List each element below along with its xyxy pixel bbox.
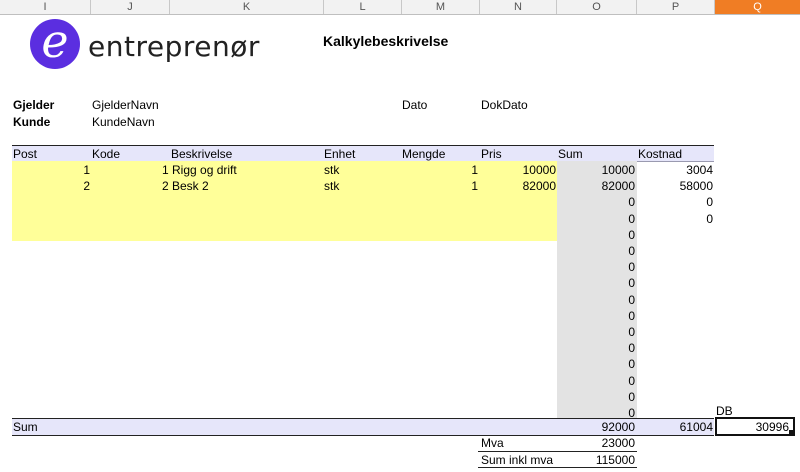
cell-sum[interactable]: 0 — [557, 260, 635, 274]
mva-divider — [478, 451, 637, 452]
cell-sum[interactable]: 82000 — [557, 179, 635, 193]
total-sum[interactable]: 92000 — [557, 420, 635, 434]
column-header-i[interactable]: I — [0, 0, 91, 14]
cell-kostnad[interactable]: 0 — [637, 195, 713, 209]
column-header-q[interactable]: Q — [715, 0, 800, 14]
column-header-p[interactable]: P — [637, 0, 715, 14]
header-enhet[interactable]: Enhet — [324, 147, 355, 161]
cell-sum[interactable]: 0 — [557, 195, 635, 209]
header-post[interactable]: Post — [13, 147, 37, 161]
cell-kostnad[interactable]: 0 — [637, 212, 713, 226]
column-header-k[interactable]: K — [170, 0, 324, 14]
cell-sum[interactable]: 0 — [557, 341, 635, 355]
mva-label[interactable]: Mva — [481, 436, 504, 450]
sum-label[interactable]: Sum — [13, 420, 38, 434]
cell-sum[interactable]: 0 — [557, 244, 635, 258]
cell-sum[interactable]: 0 — [557, 374, 635, 388]
kunde-value[interactable]: KundeNavn — [92, 115, 155, 129]
total-kostnad[interactable]: 61004 — [637, 420, 713, 434]
column-header-bar: I J K L M N O P Q — [0, 0, 800, 15]
fill-handle[interactable] — [789, 430, 794, 435]
column-header-o[interactable]: O — [557, 0, 637, 14]
cell-sum[interactable]: 0 — [557, 357, 635, 371]
cell-kode[interactable]: 1 — [13, 163, 90, 177]
cell-sum[interactable]: 0 — [557, 390, 635, 404]
kunde-label: Kunde — [13, 115, 51, 129]
header-mengde[interactable]: Mengde — [402, 147, 445, 161]
cell-pris[interactable]: 10000 — [480, 163, 556, 177]
cell-sum[interactable]: 0 — [557, 228, 635, 242]
cell-enhet[interactable]: stk — [324, 163, 400, 177]
header-kode[interactable]: Kode — [92, 147, 120, 161]
cell-mengde[interactable]: 1 — [402, 163, 478, 177]
logo-text: entreprenør — [88, 30, 260, 63]
cell-sum[interactable]: 10000 — [557, 163, 635, 177]
header-beskrivelse[interactable]: Beskrivelse — [171, 147, 232, 161]
mva-value[interactable]: 23000 — [557, 436, 635, 450]
dato-value[interactable]: DokDato — [481, 98, 528, 112]
cell-kostnad[interactable]: 58000 — [637, 179, 713, 193]
cell-kode[interactable]: 2 — [13, 179, 90, 193]
column-header-l[interactable]: L — [324, 0, 402, 14]
inkl-divider — [478, 467, 637, 468]
dato-label: Dato — [402, 98, 428, 112]
cell-enhet[interactable]: stk — [324, 179, 400, 193]
cell-sum[interactable]: 0 — [557, 276, 635, 290]
document-title: Kalkylebeskrivelse — [323, 33, 449, 49]
cell-sum[interactable]: 0 — [557, 212, 635, 226]
header-sum[interactable]: Sum — [558, 147, 583, 161]
gjelder-value[interactable]: GjelderNavn — [92, 98, 159, 112]
header-kostnad[interactable]: Kostnad — [638, 147, 682, 161]
cell-sum[interactable]: 0 — [557, 309, 635, 323]
gjelder-label: Gjelder — [13, 98, 55, 112]
inkl-value[interactable]: 115000 — [557, 453, 635, 467]
total-db[interactable]: 30996 — [715, 420, 789, 434]
db-label: DB — [716, 404, 733, 418]
header-pris[interactable]: Pris — [481, 147, 502, 161]
logo-letter: e — [41, 14, 69, 68]
column-header-m[interactable]: M — [402, 0, 480, 14]
cell-pris[interactable]: 82000 — [480, 179, 556, 193]
cell-beskrivelse[interactable]: 2 Besk 2 — [162, 179, 209, 193]
column-header-j[interactable]: J — [91, 0, 170, 14]
column-header-n[interactable]: N — [480, 0, 557, 14]
cell-sum[interactable]: 0 — [557, 293, 635, 307]
cell-beskrivelse[interactable]: 1 Rigg og drift — [162, 163, 237, 177]
inkl-label[interactable]: Sum inkl mva — [481, 453, 553, 467]
cell-mengde[interactable]: 1 — [402, 179, 478, 193]
cell-kostnad[interactable]: 3004 — [637, 163, 713, 177]
cell-sum[interactable]: 0 — [557, 325, 635, 339]
